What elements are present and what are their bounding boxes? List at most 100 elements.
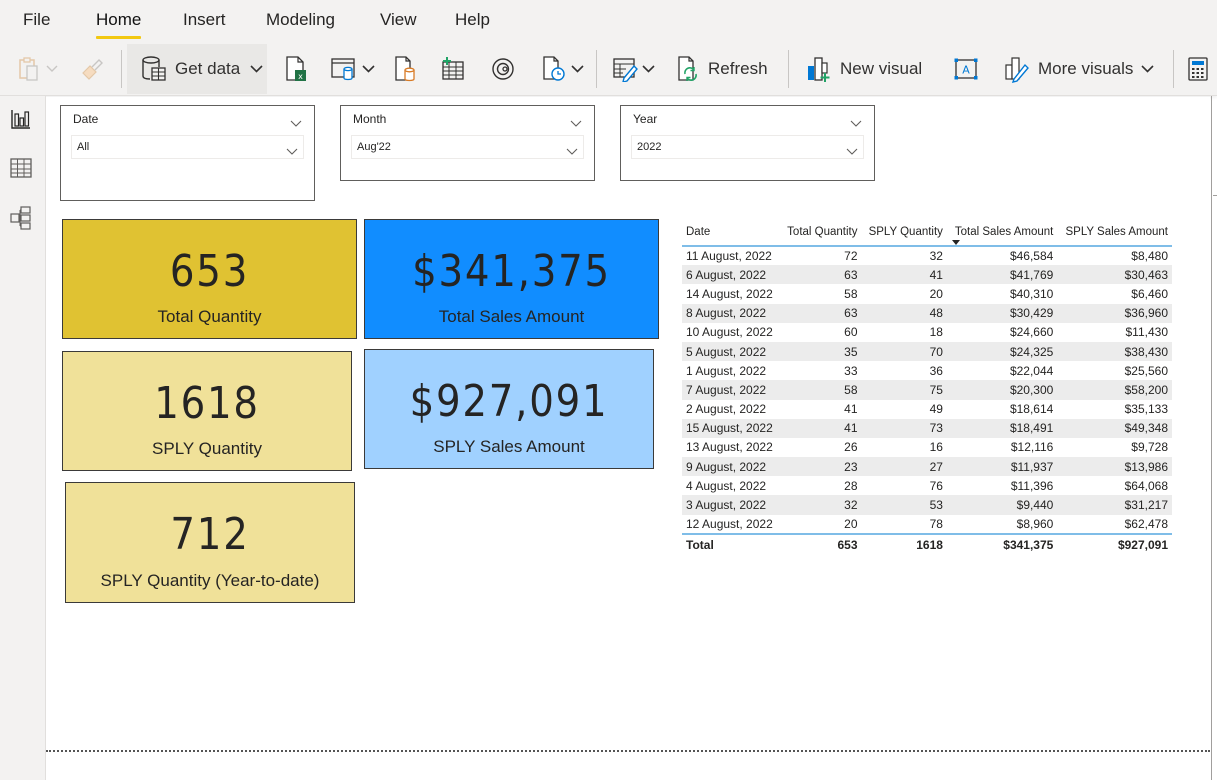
tab-file[interactable]: File [23,10,50,30]
column-header-date[interactable]: Date [682,224,781,247]
new-measure-button[interactable] [1187,44,1209,94]
separator [1173,50,1174,88]
tab-view[interactable]: View [380,10,417,30]
cell-total-sales: $11,937 [946,457,1058,477]
date-slicer-dropdown[interactable]: All [71,135,304,159]
table-row[interactable]: 5 August, 2022 35 70 $24,325 $38,430 [682,341,1172,362]
card-label: Total Quantity [157,307,262,326]
more-visuals-button[interactable]: More visuals [1004,44,1154,94]
table-row[interactable]: 4 August, 2022 28 76 $11,396 $64,068 [682,476,1172,495]
table-row[interactable]: 14 August, 2022 58 20 $40,310 $6,460 [682,284,1172,303]
column-header-total-sales[interactable]: Total Sales Amount [946,224,1058,247]
table-row[interactable]: 8 August, 2022 63 48 $30,429 $36,960 [682,303,1172,323]
cell-sply-sales: $25,560 [1124,363,1168,378]
data-view-icon[interactable] [10,157,34,181]
text-box-button[interactable]: A [953,44,979,94]
column-header-sply-sales[interactable]: SPLY Sales Amount [1057,224,1172,247]
cell-total-quantity: 41 [844,402,858,417]
chevron-down-icon[interactable] [570,114,582,132]
separator [596,50,597,88]
cell-date: 9 August, 2022 [682,457,781,477]
table-row[interactable]: 9 August, 2022 23 27 $11,937 $13,986 [682,457,1172,477]
cell-sply-quantity: 53 [861,495,947,515]
month-slicer-dropdown[interactable]: Aug'22 [351,135,584,159]
new-visual-button[interactable]: New visual [806,44,922,94]
cell-total-quantity: 23 [780,457,862,477]
table-row[interactable]: 11 August, 2022 72 32 $46,584 $8,480 [682,246,1172,265]
column-header-sply-quantity[interactable]: SPLY Quantity [861,224,947,247]
toolbar: Get data x Refresh New visual A More vis… [0,44,1217,96]
card-label: SPLY Sales Amount [433,437,585,456]
dataverse-button[interactable] [490,44,516,94]
card-value: 653 [169,246,250,297]
view-switcher [0,96,46,780]
cell-date: 5 August, 2022 [682,341,781,362]
tab-home[interactable]: Home [96,10,142,39]
table-row[interactable]: 1 August, 2022 33 36 $22,044 $25,560 [682,361,1172,380]
sply-ytd-card[interactable]: 712 SPLY Quantity (Year-to-date) [65,482,355,603]
total-label: Total [682,532,781,554]
clipboard-paste-icon [18,56,42,82]
separator [788,50,789,88]
cell-date: 13 August, 2022 [686,440,773,455]
column-header-total-quantity[interactable]: Total Quantity [780,224,862,247]
tab-insert[interactable]: Insert [183,10,226,30]
table-row[interactable]: 7 August, 2022 58 75 $20,300 $58,200 [682,380,1172,400]
total-sales-card[interactable]: $341,375 Total Sales Amount [364,219,659,339]
cell-sply-sales: $31,217 [1057,495,1172,515]
sply-sales-card[interactable]: $927,091 SPLY Sales Amount [364,349,654,469]
table-row[interactable]: 12 August, 2022 20 78 $8,960 $62,478 [682,515,1172,534]
database-icon [141,55,167,83]
sply-quantity-card[interactable]: 1618 SPLY Quantity [62,351,352,471]
table-row[interactable]: 3 August, 2022 32 53 $9,440 $31,217 [682,495,1172,515]
table-row[interactable]: 6 August, 2022 63 41 $41,769 $30,463 [682,265,1172,285]
excel-workbook-button[interactable]: x [284,44,308,94]
cell-sply-sales: $36,960 [1057,303,1172,323]
new-visual-label: New visual [840,59,923,78]
cell-date: 4 August, 2022 [686,478,767,493]
cell-sply-sales: $11,430 [1125,325,1169,340]
chevron-down-icon [286,142,298,160]
chevron-down-icon[interactable] [850,114,862,132]
page-boundary-line [46,750,1210,752]
format-painter-button[interactable] [80,44,104,94]
chevron-down-icon[interactable] [290,114,302,132]
cell-total-quantity: 63 [780,265,862,285]
year-slicer-dropdown[interactable]: 2022 [631,135,864,159]
cell-date: 1 August, 2022 [686,363,767,378]
sql-server-button[interactable] [393,44,417,94]
table-row[interactable]: 10 August, 2022 60 18 $24,660 $11,430 [682,323,1172,342]
cell-sply-sales: $8,480 [1131,249,1168,264]
transform-data-button[interactable] [612,44,655,94]
paste-button[interactable] [18,44,58,94]
table-row[interactable]: 15 August, 2022 41 73 $18,491 $49,348 [682,418,1172,438]
tab-modeling[interactable]: Modeling [266,10,335,30]
cell-total-sales: $11,396 [1010,478,1054,493]
enter-data-button[interactable] [440,44,466,94]
cell-sply-quantity: 75 [861,380,947,400]
cell-date: 2 August, 2022 [686,402,767,417]
sales-table: Date Total Quantity SPLY Quantity Total … [682,224,1172,554]
table-body: 11 August, 2022 72 32 $46,584 $8,480 6 August… [682,246,1172,534]
refresh-button[interactable]: Refresh [676,44,768,94]
get-data-dropdown[interactable] [250,44,263,94]
card-value: $927,091 [409,376,609,427]
get-data-button[interactable]: Get data [141,44,240,94]
total-quantity-value: 653 [780,532,862,554]
table-row[interactable]: 13 August, 2022 26 16 $12,116 $9,728 [682,438,1172,457]
total-quantity-card[interactable]: 653 Total Quantity [62,219,357,339]
cell-total-quantity: 60 [844,325,858,340]
table-row[interactable]: 2 August, 2022 41 49 $18,614 $35,133 [682,400,1172,419]
chevron-down-icon [46,65,58,73]
report-view-icon[interactable] [10,108,34,132]
tab-help[interactable]: Help [455,10,490,30]
cell-sply-sales: $62,478 [1124,516,1168,531]
cell-sply-sales: $58,200 [1057,380,1172,400]
cell-total-quantity: 58 [780,380,862,400]
separator [121,50,122,88]
model-view-icon[interactable] [10,206,34,230]
cell-sply-quantity: 76 [929,478,943,493]
data-hub-button[interactable] [330,44,375,94]
recent-sources-button[interactable] [541,44,584,94]
chevron-down-icon [642,65,655,73]
